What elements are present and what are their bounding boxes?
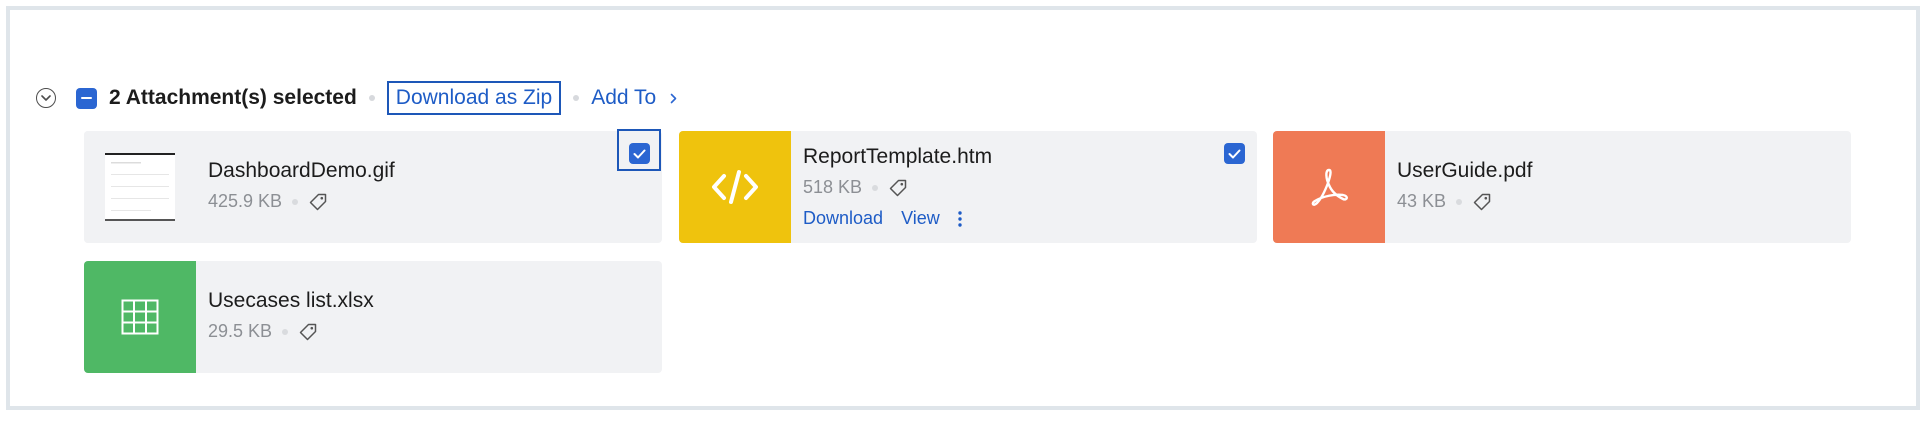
add-to-label: Add To	[591, 86, 657, 109]
file-name[interactable]: ReportTemplate.htm	[803, 145, 992, 169]
pdf-file-thumbnail[interactable]	[1273, 131, 1385, 243]
pdf-icon	[1311, 168, 1348, 206]
code-icon	[712, 170, 758, 204]
download-as-zip-button[interactable]: Download as Zip	[386, 81, 562, 115]
spreadsheet-icon	[121, 299, 159, 335]
tag-icon[interactable]	[308, 192, 328, 212]
attachment-card[interactable]: Usecases list.xlsx 29.5 KB	[84, 261, 662, 373]
separator-dot	[573, 95, 580, 101]
selection-toolbar: 2 Attachment(s) selected Download as Zip…	[36, 78, 677, 118]
attachment-card[interactable]: ReportTemplate.htm 518 KB Download View	[679, 131, 1257, 243]
file-size: 518 KB	[803, 177, 863, 197]
file-size: 29.5 KB	[208, 321, 273, 341]
collapse-toggle[interactable]	[36, 88, 56, 108]
tag-icon[interactable]	[298, 322, 318, 342]
add-to-menu[interactable]: Add To	[591, 86, 677, 110]
file-actions: Download View	[803, 208, 962, 229]
file-name[interactable]: Usecases list.xlsx	[208, 289, 374, 313]
attachment-card[interactable]: UserGuide.pdf 43 KB	[1273, 131, 1851, 243]
separator-dot	[368, 95, 375, 101]
select-checkbox[interactable]	[629, 143, 650, 164]
file-meta: 425.9 KB	[208, 191, 328, 212]
separator-dot	[282, 328, 289, 335]
separator-dot	[872, 184, 879, 191]
file-meta: 29.5 KB	[208, 321, 318, 342]
image-thumbnail[interactable]	[84, 131, 196, 243]
tag-icon[interactable]	[888, 178, 908, 198]
chevron-right-icon	[670, 93, 677, 103]
spreadsheet-file-thumbnail[interactable]	[84, 261, 196, 373]
separator-dot	[1456, 198, 1463, 205]
file-name[interactable]: UserGuide.pdf	[1397, 159, 1532, 183]
check-icon	[1228, 149, 1241, 158]
download-link[interactable]: Download	[803, 208, 883, 229]
file-meta: 43 KB	[1397, 191, 1492, 212]
attachment-card[interactable]: DashboardDemo.gif 425.9 KB	[84, 129, 662, 243]
image-preview-icon	[105, 153, 175, 221]
code-file-thumbnail[interactable]	[679, 131, 791, 243]
more-options-icon[interactable]	[958, 210, 962, 227]
selection-count: 2 Attachment(s) selected	[109, 86, 357, 109]
separator-dot	[292, 198, 299, 205]
file-size: 425.9 KB	[208, 191, 283, 211]
view-link[interactable]: View	[901, 208, 940, 229]
tag-icon[interactable]	[1472, 192, 1492, 212]
check-icon	[633, 149, 646, 158]
select-checkbox[interactable]	[1224, 143, 1245, 164]
indeterminate-icon	[81, 96, 92, 100]
chevron-down-icon	[41, 94, 51, 101]
file-name[interactable]: DashboardDemo.gif	[208, 159, 395, 183]
select-all-checkbox[interactable]	[76, 87, 97, 109]
file-size: 43 KB	[1397, 191, 1447, 211]
file-meta: 518 KB	[803, 177, 908, 198]
